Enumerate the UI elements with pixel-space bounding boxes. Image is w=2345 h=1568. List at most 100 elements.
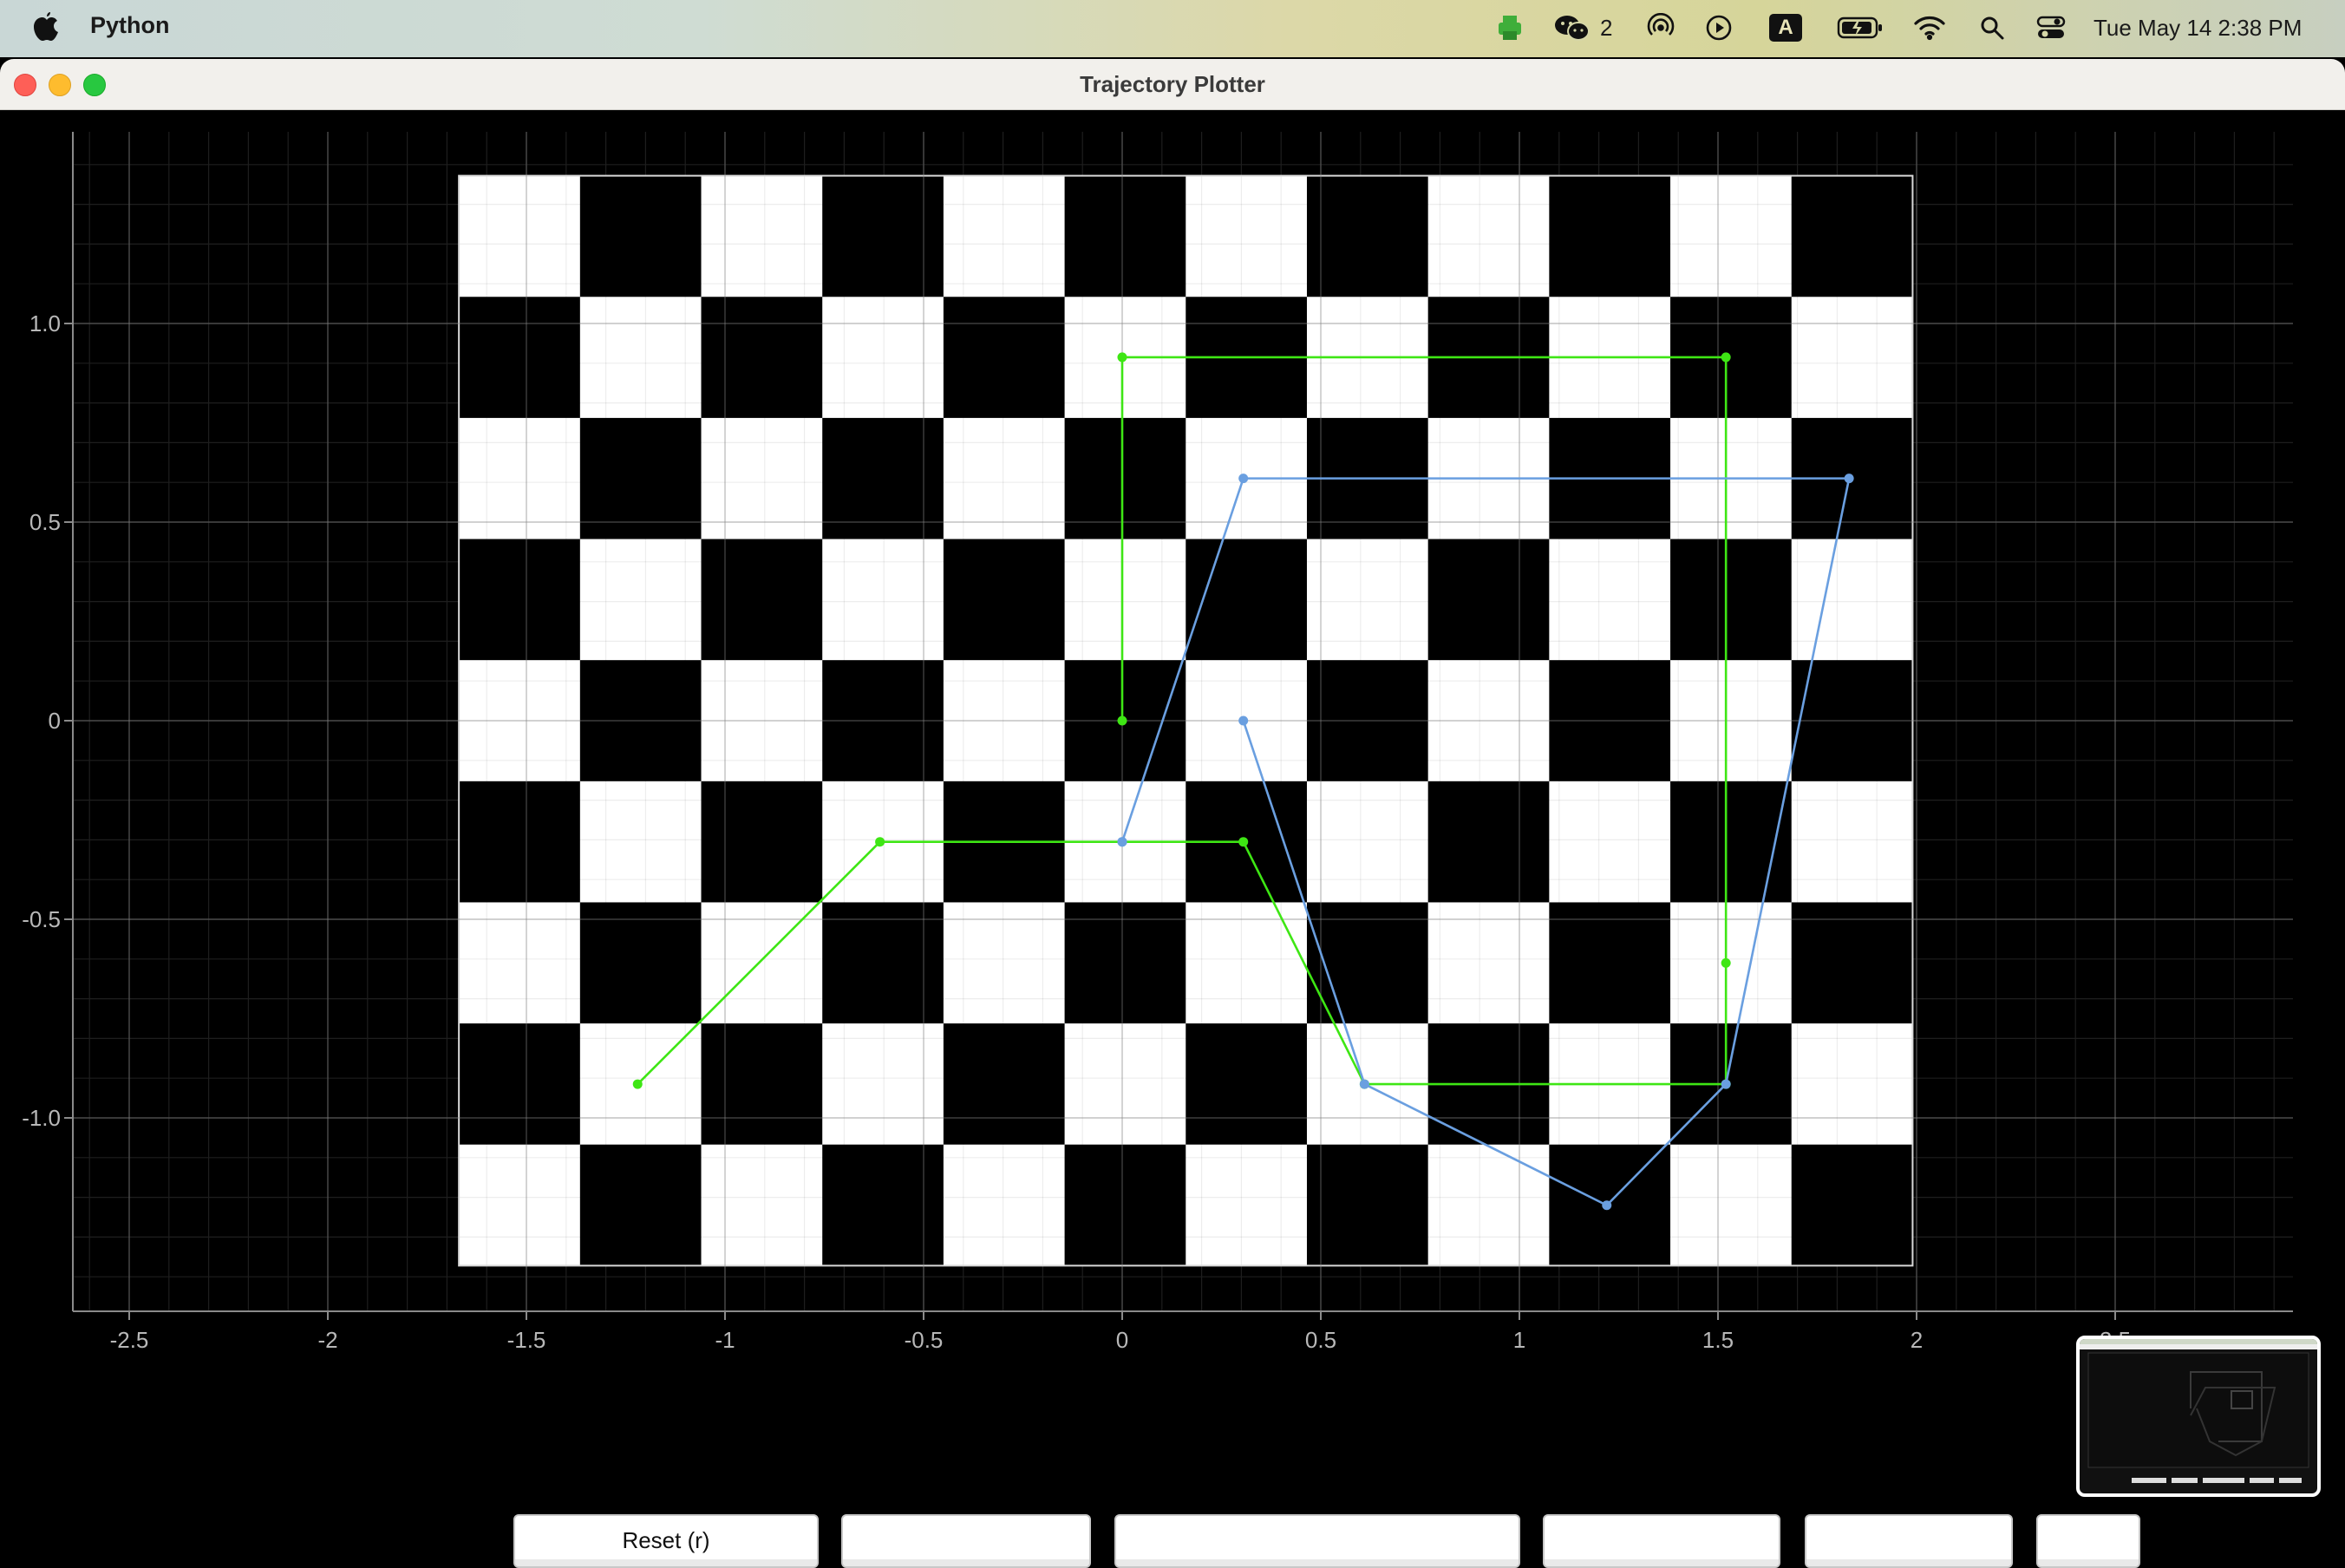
board-square [459, 781, 581, 903]
board-square [1427, 902, 1550, 1024]
board-square [1670, 539, 1793, 661]
trajectory-point [1721, 957, 1731, 968]
input-source-icon[interactable]: A [1769, 9, 1802, 47]
board-square [1186, 175, 1308, 297]
x-tick-label: 1 [1513, 1327, 1525, 1353]
board-square [1791, 1144, 1913, 1266]
board-square [943, 902, 1066, 1024]
board-square [1427, 539, 1550, 661]
y-tick-label: -0.5 [22, 906, 61, 932]
board-square [1186, 1144, 1308, 1266]
airdrop-icon[interactable] [1646, 9, 1675, 47]
toolbar-button-3[interactable] [1114, 1514, 1520, 1568]
board-square [1306, 175, 1429, 297]
board-square [579, 539, 702, 661]
board-square [459, 902, 581, 1024]
screenshot-thumbnail[interactable] [2076, 1336, 2321, 1497]
search-icon[interactable] [1979, 9, 2005, 47]
board-square [943, 539, 1066, 661]
trajectory-point [1238, 474, 1249, 484]
board-square [579, 297, 702, 419]
board-square [1791, 539, 1913, 661]
y-tick-label: -1.0 [22, 1105, 61, 1131]
board-square [822, 539, 944, 661]
board-square [1306, 781, 1429, 903]
input-source-label: A [1769, 14, 1802, 42]
board-square [1306, 1144, 1429, 1266]
apple-icon[interactable] [31, 12, 61, 43]
board-square [459, 1144, 581, 1266]
board-square [943, 297, 1066, 419]
board-square [943, 175, 1066, 297]
board-square [1791, 781, 1913, 903]
x-tick-label: 0 [1116, 1327, 1128, 1353]
control-center-icon[interactable] [2036, 9, 2066, 47]
play-icon[interactable] [1705, 9, 1733, 47]
board-square [579, 417, 702, 540]
datetime[interactable]: Tue May 14 2:38 PM [2094, 9, 2302, 47]
x-tick-label: 1.5 [1702, 1327, 1734, 1353]
board-square [943, 417, 1066, 540]
toolbar-button-5[interactable] [1805, 1514, 2013, 1568]
window-title: Trajectory Plotter [1080, 71, 1265, 97]
thumbnail-image [2080, 1339, 2317, 1483]
board-square [1791, 902, 1913, 1024]
window-titlebar[interactable]: Trajectory Plotter [0, 59, 2345, 110]
board-square [822, 297, 944, 419]
app-name[interactable]: Python [90, 12, 170, 39]
board-square [459, 539, 581, 661]
menu-bar: Python 2 A Tue May 14 2:38 PM [0, 0, 2345, 57]
board-square [579, 781, 702, 903]
x-tick-label: -2.5 [110, 1327, 149, 1353]
x-tick-label: -1 [715, 1327, 735, 1353]
board-square [1549, 175, 1671, 297]
y-tick-label: 0.5 [29, 509, 61, 535]
trajectory-point [1359, 1079, 1369, 1089]
toolbar-button-4[interactable] [1543, 1514, 1780, 1568]
board-square [1791, 1023, 1913, 1146]
board-square [459, 175, 581, 297]
trajectory-point [1602, 1200, 1612, 1211]
trajectory-point [875, 837, 885, 847]
x-tick-label: 0.5 [1305, 1327, 1336, 1353]
printer-icon[interactable] [1497, 9, 1523, 47]
reset-button[interactable]: Reset (r) [513, 1514, 819, 1568]
board-square [579, 1144, 702, 1266]
board-square [1791, 175, 1913, 297]
board-square [822, 1144, 944, 1266]
board-square [1670, 781, 1793, 903]
board-square [822, 902, 944, 1024]
board-square [1549, 902, 1671, 1024]
trajectory-point [1117, 352, 1127, 363]
board-square [943, 1023, 1066, 1146]
plot-area[interactable]: -2.5-2-1.5-1-0.500.511.522.51.00.50-0.5-… [0, 110, 2345, 1568]
y-tick-label: 0 [49, 708, 61, 734]
x-tick-label: -2 [317, 1327, 337, 1353]
wechat-count: 2 [1600, 14, 1613, 41]
board-square [579, 175, 702, 297]
trajectory-point [1721, 352, 1731, 363]
board-square [1670, 902, 1793, 1024]
board-square [1670, 1144, 1793, 1266]
board-square [1791, 297, 1913, 419]
board-square [579, 902, 702, 1024]
board-square [1670, 175, 1793, 297]
board-square [1306, 539, 1429, 661]
board-square [1549, 781, 1671, 903]
board-square [1186, 902, 1308, 1024]
trajectory-plot[interactable]: -2.5-2-1.5-1-0.500.511.522.51.00.50-0.5-… [0, 110, 2345, 1523]
wifi-icon[interactable] [1913, 9, 1946, 47]
board-square [822, 175, 944, 297]
board-square [1427, 175, 1550, 297]
x-tick-label: -1.5 [507, 1327, 546, 1353]
toolbar-button-6[interactable] [2036, 1514, 2140, 1568]
board-square [943, 1144, 1066, 1266]
trajectory-point [1117, 715, 1127, 726]
board-square [822, 417, 944, 540]
board-square [1186, 1023, 1308, 1146]
toolbar-button-2[interactable] [841, 1514, 1091, 1568]
x-tick-label: -0.5 [905, 1327, 944, 1353]
battery-icon[interactable] [1837, 9, 1884, 47]
trajectory-point [1238, 837, 1249, 847]
wechat-icon[interactable] [1554, 9, 1591, 47]
